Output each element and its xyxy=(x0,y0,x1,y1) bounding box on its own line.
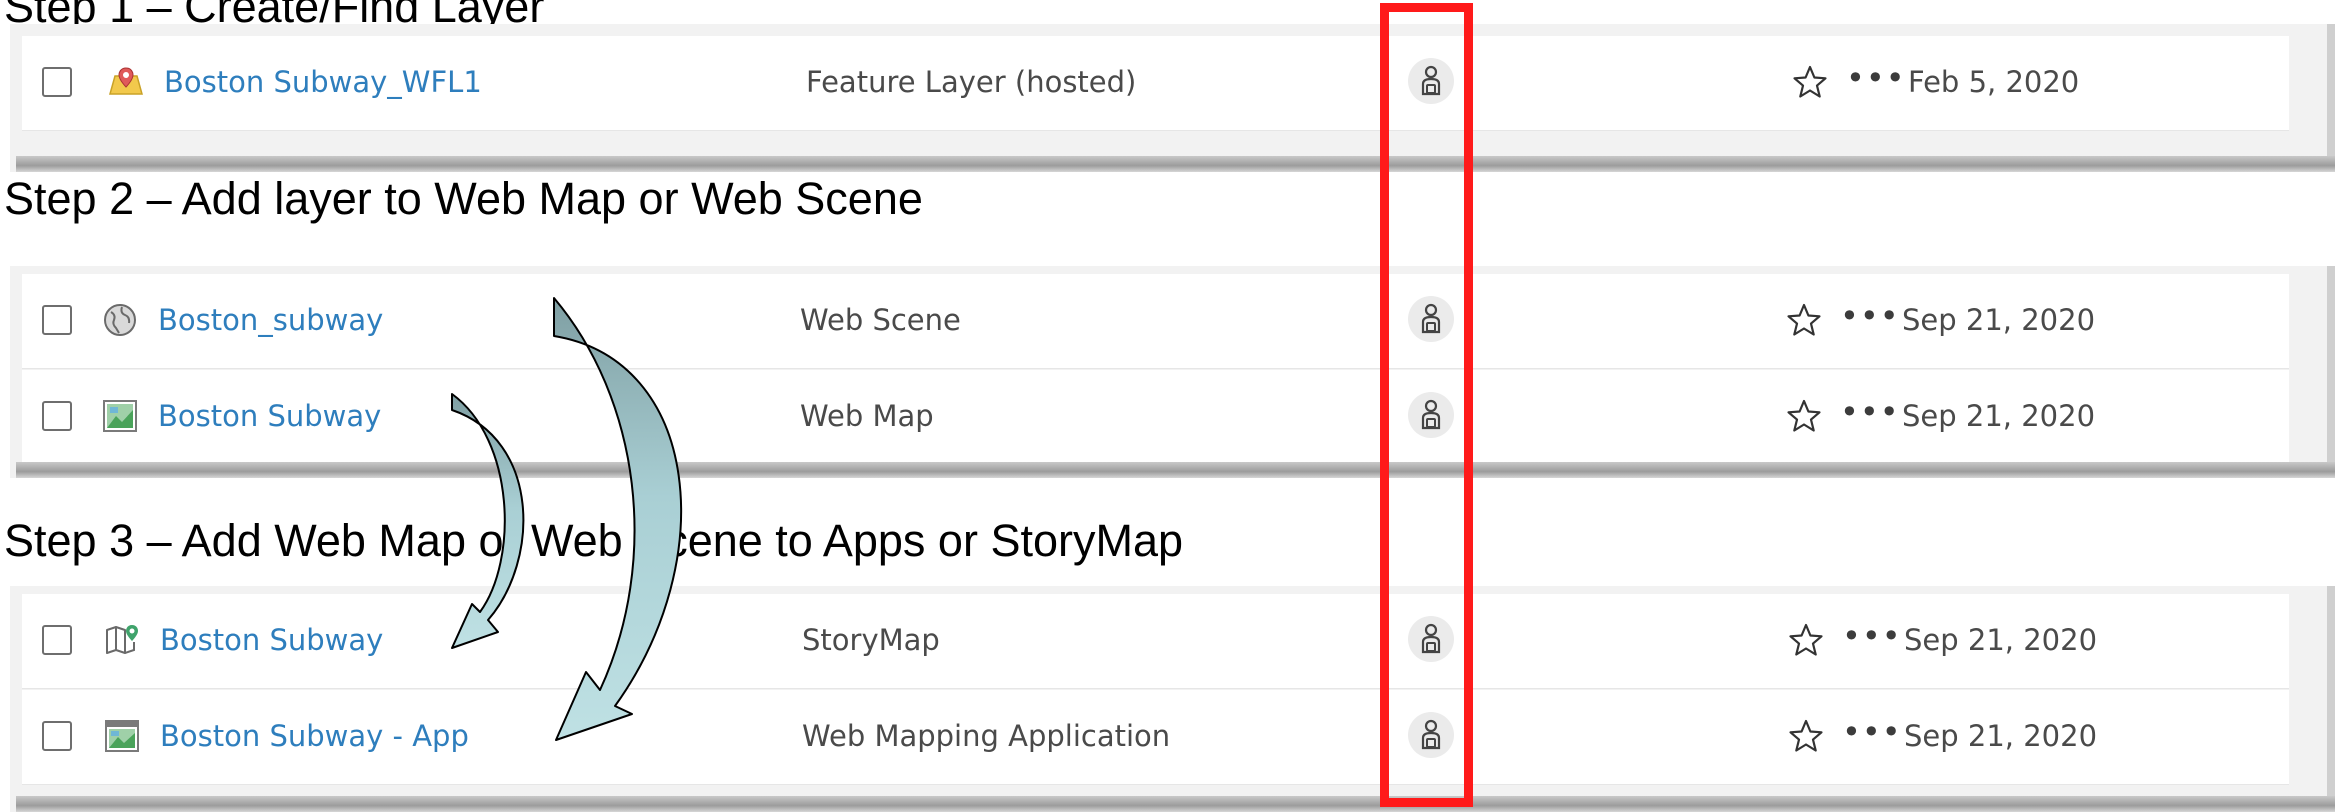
item-type: Feature Layer (hosted) xyxy=(806,65,1137,99)
item-type: Web Map xyxy=(800,399,934,433)
person-lock-icon xyxy=(1421,303,1441,334)
favorite-star-icon[interactable] xyxy=(1788,622,1824,658)
person-lock-icon xyxy=(1421,719,1441,750)
web-app-icon xyxy=(105,720,139,752)
panel-shadow xyxy=(16,156,2335,172)
panel-shadow xyxy=(16,796,2335,812)
feature-layer-icon xyxy=(109,67,143,95)
modified-date: Sep 21, 2020 xyxy=(1902,399,2096,433)
favorite-star-icon[interactable] xyxy=(1786,398,1822,434)
modified-date: Sep 21, 2020 xyxy=(1902,303,2096,337)
row-checkbox[interactable] xyxy=(42,401,72,431)
modified-date: Feb 5, 2020 xyxy=(1908,65,2080,99)
favorite-star-icon[interactable] xyxy=(1786,302,1822,338)
sharing-badge[interactable] xyxy=(1408,392,1454,438)
panel-scroll-edge xyxy=(2327,586,2335,812)
item-row[interactable]: Boston Subway_WFL1 Feature Layer (hosted… xyxy=(22,36,2289,131)
more-options-icon[interactable]: ••• xyxy=(1842,616,1902,656)
row-checkbox[interactable] xyxy=(42,721,72,751)
modified-date: Sep 21, 2020 xyxy=(1904,719,2098,753)
item-type: Web Mapping Application xyxy=(802,719,1171,753)
panel-scroll-edge xyxy=(2327,266,2335,478)
sharing-badge[interactable] xyxy=(1408,296,1454,342)
item-type: Web Scene xyxy=(800,303,961,337)
item-row[interactable]: Boston Subway - App Web Mapping Applicat… xyxy=(22,690,2289,785)
item-type: StoryMap xyxy=(802,623,940,657)
more-options-icon[interactable]: ••• xyxy=(1846,58,1906,98)
row-checkbox[interactable] xyxy=(42,305,72,335)
web-map-icon xyxy=(103,400,137,432)
sharing-badge[interactable] xyxy=(1408,712,1454,758)
apps-storymap-panel: Boston Subway StoryMap ••• Sep 21, 2020 … xyxy=(10,586,2335,812)
favorite-star-icon[interactable] xyxy=(1788,718,1824,754)
panel-shadow xyxy=(16,462,2335,478)
person-lock-icon xyxy=(1421,65,1441,96)
sharing-badge[interactable] xyxy=(1408,58,1454,104)
item-row[interactable]: Boston Subway StoryMap ••• Sep 21, 2020 xyxy=(22,594,2289,689)
web-map-scene-panel: Boston_subway Web Scene ••• Sep 21, 2020… xyxy=(10,266,2335,478)
item-row[interactable]: Boston Subway Web Map ••• Sep 21, 2020 xyxy=(22,370,2289,465)
person-lock-icon xyxy=(1421,623,1441,654)
more-options-icon[interactable]: ••• xyxy=(1842,712,1902,752)
person-lock-icon xyxy=(1421,399,1441,430)
panel-scroll-edge xyxy=(2327,24,2335,172)
storymap-icon xyxy=(106,625,138,654)
item-title-link[interactable]: Boston Subway xyxy=(158,396,381,436)
step-2-heading: Step 2 – Add layer to Web Map or Web Sce… xyxy=(4,173,923,224)
row-checkbox[interactable] xyxy=(42,67,72,97)
item-title-link[interactable]: Boston Subway_WFL1 xyxy=(164,62,482,102)
modified-date: Sep 21, 2020 xyxy=(1904,623,2098,657)
item-title-link[interactable]: Boston_subway xyxy=(158,300,383,340)
more-options-icon[interactable]: ••• xyxy=(1840,296,1900,336)
more-options-icon[interactable]: ••• xyxy=(1840,392,1900,432)
item-row[interactable]: Boston_subway Web Scene ••• Sep 21, 2020 xyxy=(22,274,2289,369)
row-checkbox[interactable] xyxy=(42,625,72,655)
item-title-link[interactable]: Boston Subway xyxy=(160,620,383,660)
step-3-heading: Step 3 – Add Web Map or Web Scene to App… xyxy=(4,515,1184,566)
web-scene-globe-icon xyxy=(104,304,136,336)
sharing-badge[interactable] xyxy=(1408,616,1454,662)
feature-layer-panel: Boston Subway_WFL1 Feature Layer (hosted… xyxy=(10,24,2335,172)
item-title-link[interactable]: Boston Subway - App xyxy=(160,716,469,756)
favorite-star-icon[interactable] xyxy=(1792,64,1828,100)
